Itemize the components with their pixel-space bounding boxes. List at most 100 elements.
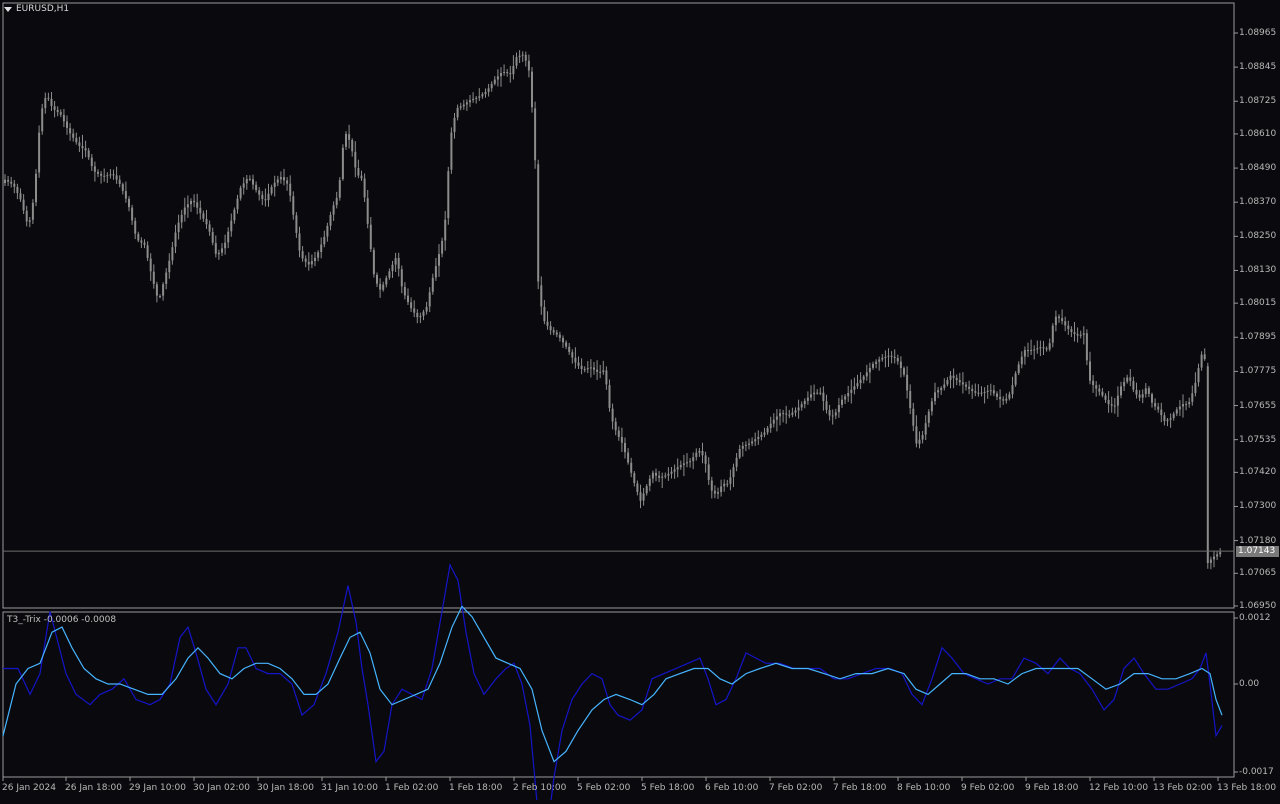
candle-body	[493, 79, 496, 84]
candle-body	[837, 405, 840, 413]
candle-body	[484, 92, 487, 95]
candle-body	[961, 382, 964, 385]
candle-body	[816, 392, 819, 394]
candle-body	[779, 413, 781, 417]
candle-body	[121, 184, 124, 191]
chart-canvas[interactable]	[0, 0, 1280, 804]
candle-body	[887, 355, 890, 357]
candle-body	[859, 379, 862, 384]
candle-body	[323, 236, 326, 245]
candle-body	[909, 391, 912, 409]
candle-body	[648, 478, 651, 486]
candle-body	[403, 286, 406, 296]
candle-body	[689, 461, 692, 463]
candle-body	[645, 486, 648, 494]
candle-body	[320, 244, 323, 252]
candle-body	[524, 54, 527, 61]
candle-body	[934, 392, 936, 402]
candle-body	[366, 198, 369, 224]
candle-body	[670, 471, 673, 474]
candle-body	[62, 114, 65, 122]
candle-body	[531, 71, 533, 108]
candle-body	[289, 183, 292, 196]
candle-body	[586, 368, 589, 370]
indicator-label: T3_-Trix -0.0006 -0.0008	[7, 615, 117, 625]
candle-body	[22, 199, 25, 211]
candle-body	[1163, 415, 1166, 421]
candle-body	[459, 106, 462, 108]
price-axis-label: 1.06950	[1239, 601, 1277, 611]
price-axis-label: 1.08845	[1239, 62, 1277, 73]
candle-body	[56, 109, 59, 113]
current-price-tag: 1.07143	[1236, 546, 1279, 557]
candle-body	[360, 175, 363, 179]
candle-body	[1129, 377, 1132, 381]
candle-body	[419, 316, 422, 318]
candle-body	[345, 133, 347, 147]
candle-body	[1213, 556, 1215, 560]
candle-body	[149, 258, 152, 272]
candle-body	[69, 128, 72, 134]
candle-body	[97, 171, 99, 174]
candle-body	[341, 147, 344, 180]
candle-body	[1209, 559, 1212, 563]
time-axis-label: 26 Jan 2024	[2, 783, 56, 793]
candle-body	[10, 181, 13, 184]
candle-body	[872, 363, 874, 368]
candle-body	[66, 121, 68, 128]
price-axis-label: 1.07775	[1239, 366, 1277, 377]
candle-body	[965, 384, 967, 387]
candle-body	[152, 271, 155, 284]
candle-body	[943, 384, 946, 388]
candle-body	[642, 493, 645, 501]
candle-body	[853, 386, 856, 390]
candle-body	[1175, 409, 1178, 414]
candle-body	[465, 102, 468, 105]
candle-body	[162, 284, 165, 296]
dropdown-triangle-icon[interactable]	[4, 6, 12, 12]
symbol-menu[interactable]: EURUSD,H1	[4, 4, 69, 14]
candle-body	[134, 220, 137, 234]
candle-body	[261, 194, 264, 200]
price-axis-label: 1.08965	[1239, 28, 1277, 38]
candle-body	[636, 483, 639, 492]
indicator-axis-label: 0.00	[1239, 679, 1260, 689]
candle-body	[295, 215, 298, 233]
candle-body	[785, 413, 788, 415]
candle-body	[583, 369, 586, 371]
candle-body	[1085, 333, 1088, 361]
candle-body	[614, 421, 617, 431]
candle-body	[1203, 354, 1206, 359]
candle-body	[50, 98, 53, 106]
chart-window[interactable]: EURUSD,H1 T3_-Trix -0.0006 -0.0008 1.071…	[0, 0, 1280, 804]
candle-body	[735, 457, 738, 467]
candle-body	[202, 213, 205, 219]
candle-body	[186, 204, 189, 208]
candle-body	[673, 469, 676, 472]
candle-body	[103, 175, 106, 177]
candle-body	[1020, 356, 1023, 365]
candle-body	[81, 146, 84, 149]
candle-body	[878, 359, 881, 362]
candle-body	[1095, 385, 1098, 389]
time-axis-label: 8 Feb 10:00	[897, 783, 951, 793]
candle-body	[131, 207, 134, 221]
candle-body	[1005, 398, 1008, 401]
candle-body	[1002, 399, 1005, 401]
candle-body	[577, 362, 580, 366]
candle-body	[1141, 394, 1144, 398]
candle-body	[462, 104, 465, 107]
candle-body	[307, 261, 310, 265]
candle-body	[937, 390, 940, 393]
candle-body	[199, 207, 202, 214]
candle-body	[518, 55, 521, 58]
candle-body	[1154, 402, 1157, 407]
candle-body	[19, 193, 22, 200]
candle-body	[1135, 389, 1138, 395]
price-axis-label: 1.08130	[1239, 265, 1277, 276]
candle-body	[726, 483, 729, 485]
candle-body	[171, 247, 174, 261]
candle-body	[190, 200, 192, 205]
candle-body	[729, 477, 732, 484]
candle-body	[617, 430, 620, 437]
